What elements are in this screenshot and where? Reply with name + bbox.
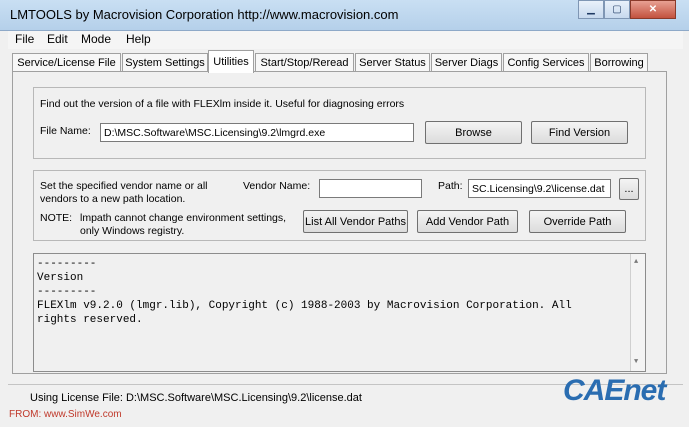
- output-line: Version: [37, 272, 84, 284]
- output-scrollbar[interactable]: ▲ ▼: [630, 254, 645, 371]
- tab-borrowing[interactable]: Borrowing: [590, 53, 648, 72]
- file-name-input[interactable]: D:\MSC.Software\MSC.Licensing\9.2\lmgrd.…: [100, 123, 414, 142]
- vendor-name-input[interactable]: [319, 179, 422, 198]
- window-title: LMTOOLS by Macrovision Corporation http:…: [10, 7, 399, 22]
- minimize-button[interactable]: ▁: [578, 0, 604, 19]
- menu-edit[interactable]: Edit: [47, 32, 68, 46]
- add-vendor-path-button[interactable]: Add Vendor Path: [417, 210, 518, 233]
- vendor-description-line2: vendors to a new path location.: [40, 193, 186, 205]
- tab-start-stop-reread[interactable]: Start/Stop/Reread: [255, 53, 354, 72]
- note-line1: lmpath cannot change environment setting…: [80, 212, 287, 224]
- note-label: NOTE:: [40, 212, 73, 224]
- menu-file[interactable]: File: [15, 32, 34, 46]
- override-path-button[interactable]: Override Path: [529, 210, 626, 233]
- tab-server-status[interactable]: Server Status: [355, 53, 430, 72]
- tab-config-services[interactable]: Config Services: [503, 53, 589, 72]
- vendor-description-line1: Set the specified vendor name or all: [40, 180, 208, 192]
- simwe-watermark: FROM: www.SimWe.com: [9, 409, 122, 420]
- tab-system-settings[interactable]: System Settings: [122, 53, 208, 72]
- close-button[interactable]: ✕: [630, 0, 676, 19]
- tab-strip: Service/License File System Settings Uti…: [12, 50, 680, 73]
- file-name-label: File Name:: [40, 125, 91, 137]
- scroll-down-icon[interactable]: ▼: [634, 358, 638, 366]
- tab-utilities[interactable]: Utilities: [208, 50, 254, 73]
- tab-service-license-file[interactable]: Service/License File: [12, 53, 121, 72]
- output-line: ---------: [37, 286, 97, 298]
- status-text: Using License File: D:\MSC.Software\MSC.…: [30, 392, 362, 404]
- output-line: rights reserved.: [37, 314, 143, 326]
- find-version-button[interactable]: Find Version: [531, 121, 628, 144]
- list-all-vendor-paths-button[interactable]: List All Vendor Paths: [303, 210, 408, 233]
- find-version-group: Find out the version of a file with FLEX…: [33, 87, 646, 159]
- caenet-watermark-logo: CAEnet: [563, 374, 666, 407]
- path-label: Path:: [438, 180, 463, 192]
- menu-mode[interactable]: Mode: [81, 32, 111, 46]
- menu-help[interactable]: Help: [126, 32, 151, 46]
- note-line2: only Windows registry.: [80, 225, 185, 237]
- title-bar[interactable]: LMTOOLS by Macrovision Corporation http:…: [0, 0, 689, 31]
- output-textarea[interactable]: --------- Version --------- FLEXlm v9.2.…: [33, 253, 646, 372]
- path-browse-button[interactable]: ...: [619, 178, 639, 200]
- output-line: FLEXlm v9.2.0 (lmgr.lib), Copyright (c) …: [37, 300, 572, 312]
- vendor-path-group: Set the specified vendor name or all ven…: [33, 170, 646, 241]
- vendor-name-label: Vendor Name:: [243, 180, 311, 192]
- lmtools-window: LMTOOLS by Macrovision Corporation http:…: [0, 0, 689, 427]
- maximize-button[interactable]: ▢: [604, 0, 630, 19]
- menu-bar: File Edit Mode Help: [8, 31, 683, 49]
- scroll-up-icon[interactable]: ▲: [634, 258, 638, 266]
- tab-server-diags[interactable]: Server Diags: [431, 53, 502, 72]
- path-input[interactable]: SC.Licensing\9.2\license.dat: [468, 179, 611, 198]
- find-version-description: Find out the version of a file with FLEX…: [40, 98, 405, 110]
- browse-button[interactable]: Browse: [425, 121, 522, 144]
- output-line: ---------: [37, 258, 97, 270]
